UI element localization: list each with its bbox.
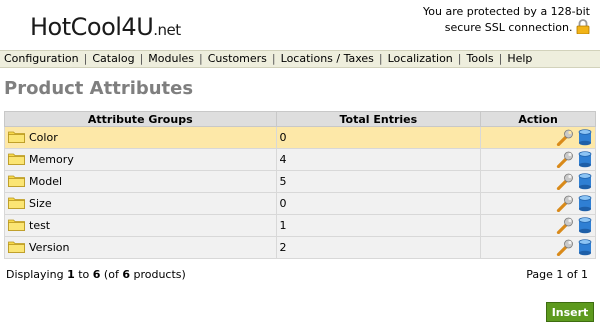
database-icon[interactable] — [577, 151, 592, 168]
menu-item-help[interactable]: Help — [507, 52, 532, 65]
action-cell — [480, 236, 596, 259]
menu-item-modules[interactable]: Modules — [148, 52, 194, 65]
lock-icon — [576, 19, 590, 38]
action-cell — [480, 126, 596, 149]
page-title: Product Attributes — [4, 78, 194, 99]
action-cell — [480, 170, 596, 193]
menu-separator: | — [139, 52, 144, 65]
menu-item-customers[interactable]: Customers — [208, 52, 267, 65]
ssl-text: You are protected by a 128-bit secure SS… — [423, 5, 590, 34]
attribute-group-cell[interactable]: Model — [4, 170, 277, 193]
wrench-icon[interactable] — [555, 195, 574, 213]
folder-icon[interactable] — [8, 240, 25, 256]
total-entries-cell: 2 — [275, 236, 482, 259]
menu-separator: | — [457, 52, 462, 65]
database-icon[interactable] — [577, 173, 592, 190]
main-menu: Configuration | Catalog | Modules | Customers |… — [0, 50, 600, 68]
total-entries-cell: 5 — [275, 170, 482, 193]
menu-separator: | — [271, 52, 276, 65]
attribute-group-cell[interactable]: Memory — [4, 148, 277, 171]
attribute-group-name[interactable]: Size — [29, 197, 52, 210]
logo[interactable]: HotCool4U.net — [30, 13, 181, 41]
wrench-icon[interactable] — [555, 239, 574, 257]
total-entries-cell: 1 — [275, 214, 482, 237]
menu-separator: | — [199, 52, 203, 65]
wrench-icon[interactable] — [555, 129, 574, 147]
wrench-icon[interactable] — [555, 217, 574, 235]
database-icon[interactable] — [577, 239, 592, 256]
folder-icon[interactable] — [8, 174, 25, 190]
menu-item-catalog[interactable]: Catalog — [92, 52, 134, 65]
attribute-group-name[interactable]: Version — [29, 241, 69, 254]
attribute-group-name[interactable]: Memory — [29, 153, 74, 166]
displaying-of-prefix: (of — [100, 268, 123, 281]
column-header-action: Action — [480, 111, 596, 127]
ssl-notice: You are protected by a 128-bit secure SS… — [420, 5, 590, 38]
table-row[interactable]: Memory 4 — [4, 148, 596, 171]
wrench-icon[interactable] — [555, 151, 574, 169]
page-indicator: Page 1 of 1 — [526, 268, 588, 281]
attribute-group-cell[interactable]: Color — [4, 126, 277, 149]
action-cell — [480, 214, 596, 237]
menu-item-configuration[interactable]: Configuration — [4, 52, 79, 65]
folder-icon[interactable] — [8, 196, 25, 212]
folder-icon[interactable] — [8, 218, 25, 234]
menu-separator: | — [378, 52, 383, 65]
database-icon[interactable] — [577, 129, 592, 146]
table-row[interactable]: Model 5 — [4, 170, 596, 193]
table-row[interactable]: test 1 — [4, 214, 596, 237]
table-row[interactable]: Version 2 — [4, 236, 596, 259]
attribute-group-name[interactable]: Color — [29, 131, 58, 144]
wrench-icon[interactable] — [555, 173, 574, 191]
displaying-from: 1 — [67, 268, 75, 281]
attributes-table: Attribute Groups Total Entries Action Co… — [4, 111, 596, 259]
table-row[interactable]: Color 0 — [4, 126, 596, 149]
database-icon[interactable] — [577, 217, 592, 234]
logo-text: HotCool4U — [30, 13, 154, 41]
insert-button[interactable]: Insert — [546, 302, 594, 322]
header: HotCool4U.net You are protected by a 128… — [0, 0, 600, 50]
displaying-prefix: Displaying — [6, 268, 68, 281]
action-cell — [480, 192, 596, 215]
folder-icon[interactable] — [8, 130, 25, 146]
attribute-group-cell[interactable]: Version — [4, 236, 277, 259]
database-icon[interactable] — [577, 195, 592, 212]
action-cell — [480, 148, 596, 171]
menu-item-localization[interactable]: Localization — [388, 52, 453, 65]
logo-suffix: .net — [153, 21, 181, 39]
column-header-total-entries[interactable]: Total Entries — [275, 111, 482, 127]
table-row[interactable]: Size 0 — [4, 192, 596, 215]
total-entries-cell: 0 — [275, 126, 482, 149]
attribute-group-name[interactable]: Model — [29, 175, 62, 188]
menu-separator: | — [83, 52, 88, 65]
total-entries-cell: 4 — [275, 148, 482, 171]
menu-item-tools[interactable]: Tools — [467, 52, 494, 65]
menu-item-locations-taxes[interactable]: Locations / Taxes — [281, 52, 374, 65]
attribute-group-cell[interactable]: Size — [4, 192, 277, 215]
displaying-of-suffix: products) — [129, 268, 186, 281]
displaying-to-word: to — [74, 268, 93, 281]
attribute-group-name[interactable]: test — [29, 219, 50, 232]
menu-separator: | — [498, 52, 503, 65]
total-entries-cell: 0 — [275, 192, 482, 215]
column-header-attribute-groups[interactable]: Attribute Groups — [4, 111, 277, 127]
displaying-total: 6 — [122, 268, 130, 281]
table-header-row: Attribute Groups Total Entries Action — [4, 111, 596, 127]
folder-icon[interactable] — [8, 152, 25, 168]
attribute-group-cell[interactable]: test — [4, 214, 277, 237]
displaying-count: Displaying 1 to 6 (of 6 products) — [6, 268, 186, 281]
